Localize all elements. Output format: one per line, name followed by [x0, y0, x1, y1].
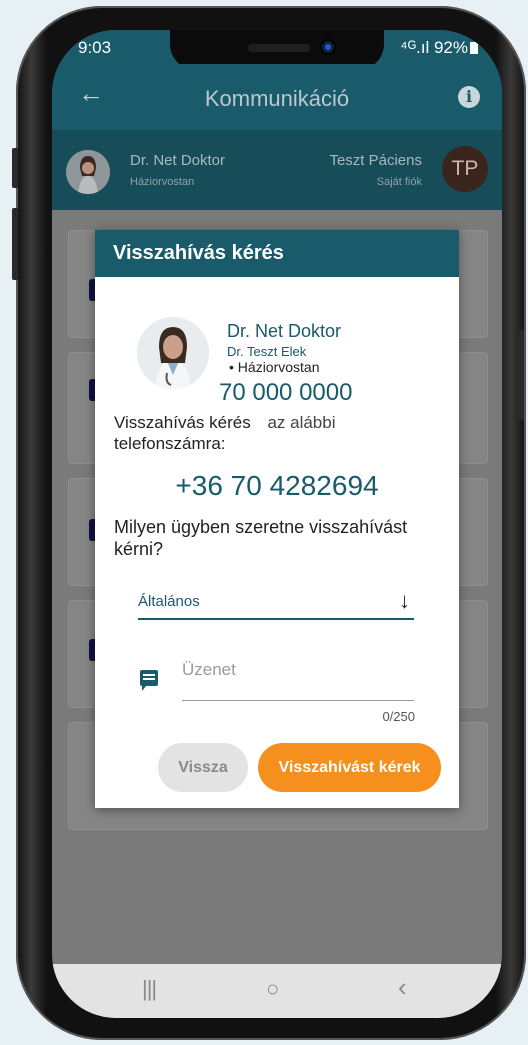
dialog-title: Visszahívás kérés [113, 242, 284, 264]
camera-icon [322, 41, 334, 53]
back-button[interactable]: Vissza [158, 743, 248, 792]
user-bar: Dr. Net Doktor Háziorvostan Teszt Pácien… [52, 130, 502, 210]
question-label: Milyen ügyben szeretne visszahívást kérn… [114, 517, 408, 559]
message-input[interactable] [182, 660, 414, 680]
app-bar: ← Kommunikáció i [52, 64, 502, 130]
doctor-avatar [66, 150, 110, 194]
volume-key [12, 208, 18, 280]
patient-name: Teszt Páciens [329, 152, 422, 169]
battery-icon [470, 42, 478, 54]
doctor-photo [137, 317, 209, 389]
request-text: Visszahívás kérés az alábbi telefonszámr… [114, 412, 444, 454]
avatar[interactable]: TP [442, 146, 488, 192]
topic-select-value: Általános [138, 593, 200, 610]
home-icon[interactable]: ○ [266, 976, 279, 1002]
status-icons: ⁴ᴳ.ıl 92% [400, 38, 478, 58]
patient-role: Saját fiók [376, 176, 422, 188]
request-label: Visszahívás kérés [114, 413, 251, 432]
system-nav-bar: ||| ○ ‹ [52, 964, 502, 1018]
dialog-doctor-phone: 70 000 0000 [219, 379, 353, 407]
message-counter: 0/250 [382, 709, 415, 724]
doctor-name: Dr. Net Doktor [130, 152, 226, 169]
request-line2: telefonszámra: [114, 434, 226, 453]
volume-key [12, 148, 18, 188]
callback-dialog: Visszahívás kérés Dr. Net Doktor Dr. Tes… [95, 230, 459, 808]
message-icon [140, 670, 158, 691]
dialog-doctor-subtitle: Dr. Teszt Elek [227, 344, 307, 359]
dialog-doctor-specialty: • Háziorvostan [229, 360, 320, 372]
back-nav-icon[interactable]: ‹ [398, 972, 407, 1003]
doctor-role: Háziorvostan [130, 176, 195, 188]
arrow-down-icon: ↓ [399, 588, 410, 613]
topic-select[interactable]: Általános ↓ [138, 588, 414, 620]
request-tail: az alábbi [267, 413, 336, 432]
signal-battery-text: ⁴ᴳ.ıl 92% [400, 38, 468, 57]
recent-apps-icon[interactable]: ||| [142, 976, 157, 1002]
power-key [518, 330, 524, 420]
message-field[interactable] [182, 656, 414, 701]
dialog-doctor-name: Dr. Net Doktor [227, 321, 342, 341]
status-time: 9:03 [78, 38, 112, 57]
request-callback-button[interactable]: Visszahívást kérek [258, 743, 441, 792]
callback-phone: +36 70 4282694 [175, 470, 379, 501]
info-icon[interactable]: i [458, 86, 480, 108]
page-title: Kommunikáció [204, 86, 350, 111]
